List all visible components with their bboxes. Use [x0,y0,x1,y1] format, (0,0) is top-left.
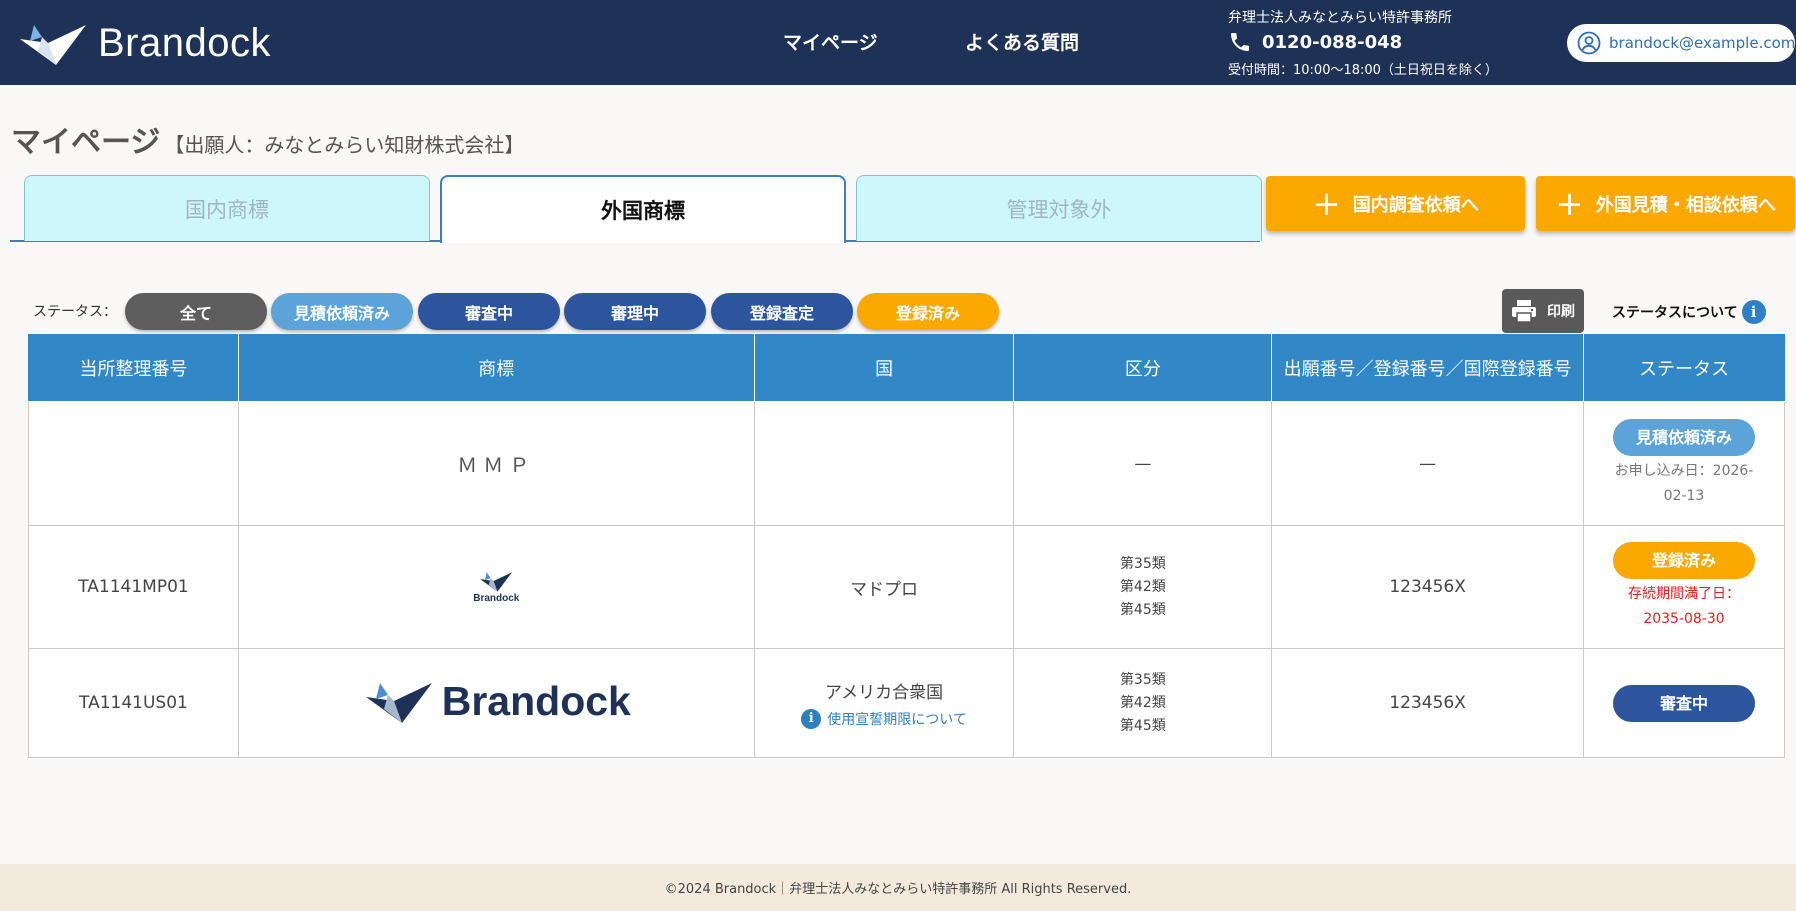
class-item: 第45類 [1119,717,1166,734]
paper-boat-logo-icon [20,25,86,65]
expiry-date: 2035-08-30 [1643,611,1725,627]
user-account-button[interactable]: brandock@example.com [1567,24,1795,62]
country-name: アメリカ合衆国 [824,682,944,703]
foreign-quote-request-button[interactable]: + 外国見積・相談依頼へ [1536,176,1795,231]
applicant-name: 【出願人：みなとみらい知財株式会社】 [164,133,525,157]
tab-unmanaged[interactable]: 管理対象外 [856,175,1262,241]
class-item: 第35類 [1119,555,1166,572]
phone-icon [1231,33,1249,51]
cell-number: 123456X [1271,648,1585,758]
table-row[interactable]: TA1141US01 Brandock アメリカ合衆国 i 使用宣誓期限について [28,648,1785,758]
table-header-row: 当所整理番号 商標 国 区分 出願番号／登録番号／国際登録番号 ステータス [28,334,1785,402]
cell-status: 見積依頼済み お申し込み日：2026-02-13 [1583,401,1785,526]
office-name: 弁理士法人みなとみらい特許事務所 [1228,10,1452,26]
class-item: 第35類 [1119,671,1166,688]
domestic-search-request-button[interactable]: + 国内調査依頼へ [1266,176,1525,231]
cell-ref: TA1141US01 [28,648,239,758]
filter-registration-decided[interactable]: 登録査定 [711,293,853,330]
status-badge: 登録済み [1613,542,1755,579]
status-badge: 審査中 [1613,684,1755,722]
tab-domestic-trademark[interactable]: 国内商標 [24,175,430,241]
filter-registered[interactable]: 登録済み [857,293,999,330]
col-application-number[interactable]: 出願番号／登録番号／国際登録番号 [1271,334,1585,402]
user-email: brandock@example.com [1609,34,1796,52]
trademark-logo-large: Brandock [362,678,631,725]
nav-mypage[interactable]: マイページ [783,28,878,55]
cell-class: 第35類 第42類 第45類 [1013,648,1273,758]
paper-boat-logo-icon [365,683,432,724]
tab-foreign-trademark[interactable]: 外国商標 [440,175,846,243]
brand-logo[interactable]: Brandock [18,20,271,66]
usage-declaration-label: 使用宣誓期限について [827,711,967,728]
domestic-search-request-label: 国内調査依頼へ [1352,194,1479,216]
filter-under-trial[interactable]: 審理中 [564,293,706,330]
cell-ref: TA1141MP01 [28,525,239,649]
plus-icon: + [1312,183,1341,224]
col-ref-number[interactable]: 当所整理番号 [28,334,239,402]
print-label: 印刷 [1547,304,1575,320]
class-item: 第42類 [1119,694,1166,711]
page-title: マイページ 【出願人：みなとみらい知財株式会社】 [11,117,524,161]
business-hours: 受付時間：10:00〜18:00（土日祝日を除く） [1228,63,1498,78]
cell-number: — [1271,401,1585,526]
foreign-quote-request-label: 外国見積・相談依頼へ [1595,194,1776,216]
expiry-date-label: 存続期間満了日： [1628,586,1740,602]
top-header: Brandock マイページ よくある質問 弁理士法人みなとみらい特許事務所 0… [0,0,1796,85]
class-item: 第45類 [1119,601,1166,618]
class-item: 第42類 [1119,578,1166,595]
paper-boat-logo-icon [480,572,513,592]
table-row[interactable]: ＭＭＰ — — 見積依頼済み お申し込み日：2026-02-13 [28,401,1785,526]
col-status[interactable]: ステータス [1583,334,1785,402]
table-row[interactable]: TA1141MP01 Brandock マドプロ 第35類 第42類 第45類 … [28,525,1785,649]
col-country[interactable]: 国 [753,334,1015,402]
info-icon: i [1741,300,1766,324]
cell-trademark: ＭＭＰ [237,401,755,526]
phone-number[interactable]: 0120-088-048 [1228,30,1402,54]
col-class[interactable]: 区分 [1013,334,1273,402]
cell-status: 審査中 [1583,648,1785,758]
cell-ref [28,401,239,526]
cell-class: — [1013,401,1273,526]
cell-country: アメリカ合衆国 i 使用宣誓期限について [753,648,1015,758]
plus-icon: + [1555,183,1584,224]
trademark-logo-text: Brandock [441,677,631,724]
trademark-text: ＭＭＰ [457,453,536,477]
filter-under-examination[interactable]: 審査中 [418,293,560,330]
trademark-logo-text: Brandock [473,593,520,604]
cell-country [753,401,1015,526]
status-filter-label: ステータス： [33,304,117,320]
filter-all[interactable]: 全て [125,293,267,330]
user-circle-icon [1577,31,1601,55]
trademark-table: 当所整理番号 商標 国 区分 出願番号／登録番号／国際登録番号 ステータス ＭＭ… [28,334,1785,758]
usage-declaration-link[interactable]: i 使用宣誓期限について [801,708,967,729]
cell-number: 123456X [1271,525,1585,649]
logo-text: Brandock [98,20,271,65]
status-about-label: ステータスについて [1612,305,1738,321]
cell-trademark: Brandock [237,525,755,649]
status-badge: 見積依頼済み [1613,418,1755,456]
cell-trademark: Brandock [237,648,755,758]
info-icon: i [801,708,822,729]
trademark-logo-small: Brandock [473,570,519,604]
page-title-text: マイページ [11,125,161,160]
col-trademark[interactable]: 商標 [237,334,755,402]
printer-icon [1512,300,1536,323]
cell-status: 登録済み 存続期間満了日： 2035-08-30 [1583,525,1785,649]
footer-copyright: ©2024 Brandock｜弁理士法人みなとみらい特許事務所 All Righ… [0,864,1796,911]
country-name: マドプロ [850,579,919,600]
print-button[interactable]: 印刷 [1502,289,1584,333]
filter-quote-requested[interactable]: 見積依頼済み [271,293,413,330]
nav-faq[interactable]: よくある質問 [965,28,1079,55]
cell-country: マドプロ [753,525,1015,649]
application-date: お申し込み日：2026-02-13 [1614,462,1754,504]
status-about-link[interactable]: ステータスについて i [1612,300,1766,324]
cell-class: 第35類 第42類 第45類 [1013,525,1273,649]
phone-text: 0120-088-048 [1262,31,1403,53]
